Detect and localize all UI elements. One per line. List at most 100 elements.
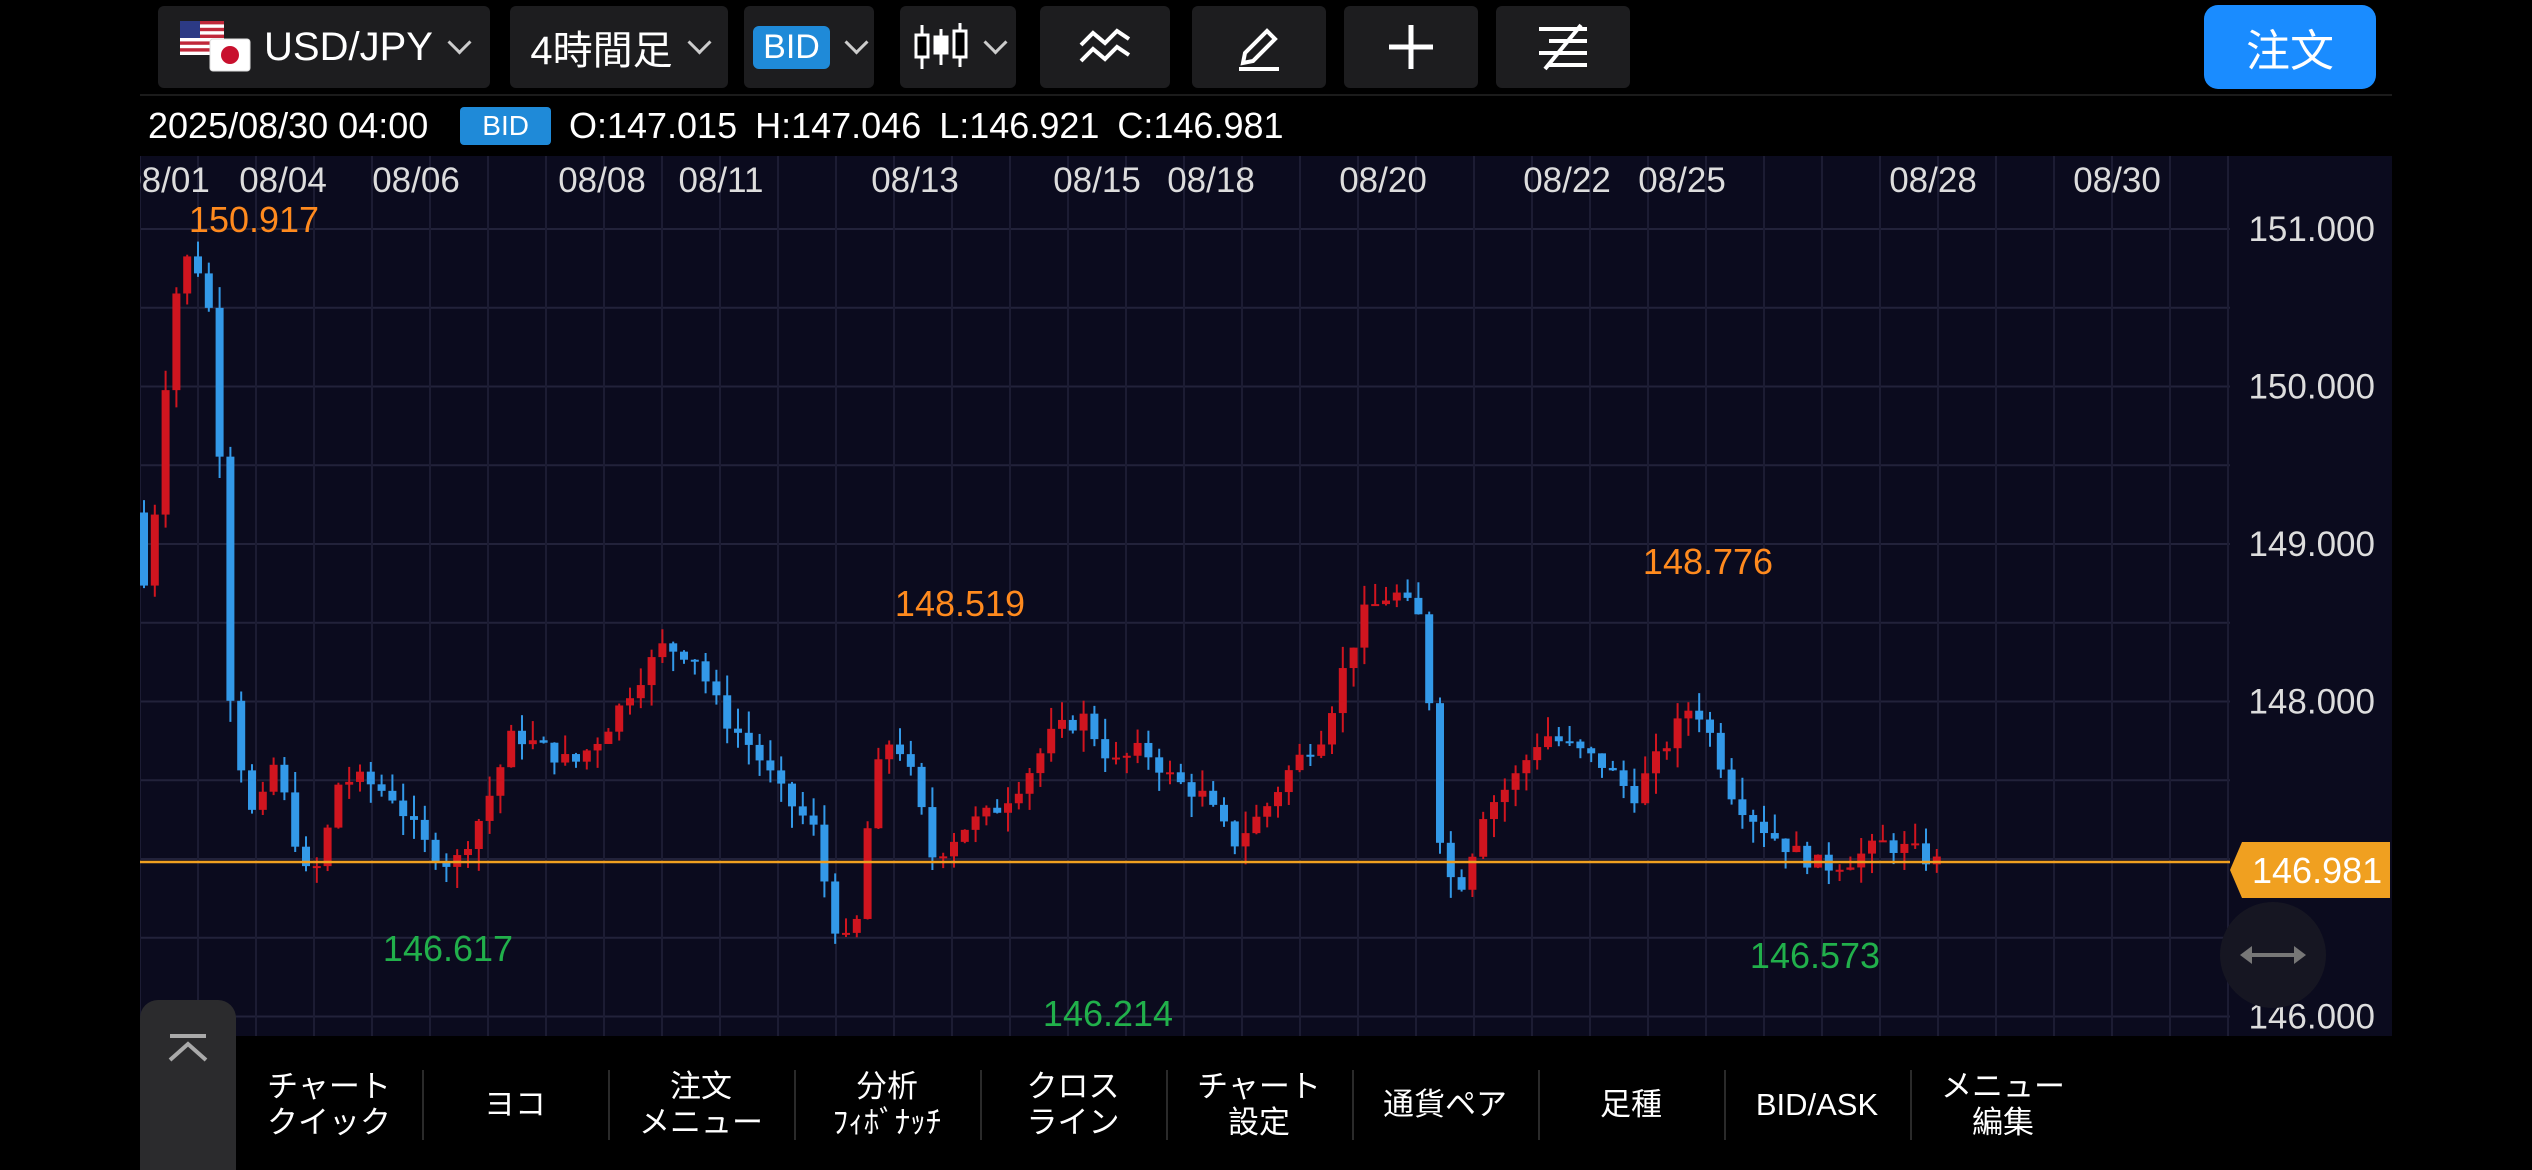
candle-body	[809, 815, 818, 825]
toolbar-item-label: 注文 メニュー	[639, 1069, 763, 1141]
toolbar-label-line1: チャート	[1197, 1069, 1321, 1104]
candle-body	[1695, 710, 1704, 720]
candle-body	[788, 783, 796, 807]
candle-body	[680, 651, 688, 660]
toolbar-item-cross-line[interactable]: クロス ライン	[980, 1040, 1166, 1170]
candle-body	[291, 792, 300, 847]
chevron-up-icon	[168, 1034, 208, 1062]
x-tick-label: 08/20	[1339, 161, 1427, 200]
candle-body	[1025, 773, 1034, 794]
candle-body	[669, 643, 678, 652]
toolbar-item-label: メニュー 編集	[1941, 1069, 2065, 1141]
candlestick-chart[interactable]: 08/01 08/04 08/06 08/08 08/11 08/13 08/15 08/18…	[122, 156, 2392, 1037]
price-chart[interactable]: 08/01 08/04 08/06 08/08 08/11 08/13 08/15 08/18…	[122, 156, 2392, 1037]
x-tick-label: 08/28	[1889, 161, 1977, 200]
symbol-selector[interactable]: USD/JPY	[158, 6, 490, 88]
candle-body	[334, 784, 343, 828]
toolbar-label-line1: メニュー	[1941, 1069, 2065, 1104]
toolbar-item-bid-ask[interactable]: BID/ASK	[1724, 1040, 1910, 1170]
candle-body	[1328, 713, 1336, 745]
candle-body	[215, 307, 224, 457]
toolbar-item-label: 足種	[1600, 1087, 1662, 1123]
candle-body	[1619, 770, 1628, 786]
candle-body	[1878, 840, 1887, 843]
chart-type-button[interactable]	[900, 6, 1016, 88]
candle-body	[831, 881, 840, 934]
horizontal-scroll-handle[interactable]	[2220, 902, 2326, 1008]
candle-body	[356, 771, 364, 782]
candle-body	[464, 848, 472, 856]
candle-body	[1414, 597, 1423, 615]
toolbar-item-label: チャート クイック	[267, 1069, 391, 1141]
candle-body	[1598, 753, 1606, 768]
candle-body	[1727, 769, 1736, 800]
price-type-label: BID	[753, 25, 830, 69]
candle-body	[539, 740, 548, 743]
candle-body	[1198, 790, 1207, 797]
candle-body	[1338, 668, 1347, 714]
toolbar-item-label: 分析 ﾌｨﾎﾞﾅｯﾁ	[833, 1069, 942, 1141]
candle-body	[1630, 785, 1639, 804]
candle-body	[1835, 869, 1844, 872]
candle-body	[474, 820, 483, 849]
candle-body	[1349, 647, 1358, 669]
toolbar-item-candle-type[interactable]: 足種	[1538, 1040, 1724, 1170]
order-button[interactable]: 注文	[2204, 5, 2376, 89]
candle-body	[1295, 754, 1304, 771]
toolbar-separator	[794, 1070, 796, 1140]
candle-body	[1220, 804, 1228, 822]
x-tick-label: 08/18	[1167, 161, 1255, 200]
candle-body	[1014, 793, 1023, 804]
candle-body	[712, 681, 721, 696]
toolbar-item-analysis-fibonacci[interactable]: 分析 ﾌｨﾎﾞﾅｯﾁ	[794, 1040, 980, 1170]
line-settings-button[interactable]	[1496, 6, 1630, 88]
crosshair-button[interactable]	[1344, 6, 1478, 88]
timeframe-label: 4時間足	[530, 29, 673, 73]
x-tick-label: 08/22	[1523, 161, 1611, 200]
toolbar-item-order-menu[interactable]: 注文 メニュー	[608, 1040, 794, 1170]
low-annotation: 146.573	[1750, 935, 1880, 976]
candle-body	[906, 754, 915, 767]
toolbar-label-line1: 注文	[670, 1069, 732, 1104]
toolbar-label-line2: 設定	[1227, 1105, 1290, 1140]
timeframe-selector[interactable]: 4時間足	[510, 6, 728, 88]
open-value: O:147.015	[568, 105, 738, 146]
candle-body	[1857, 853, 1866, 868]
candle-body	[1436, 703, 1444, 843]
candle-body	[1187, 782, 1196, 797]
candle-body	[842, 932, 850, 935]
candle-body	[377, 784, 386, 791]
candle-body	[1176, 772, 1185, 783]
toolbar-item-menu-edit[interactable]: メニュー 編集	[1910, 1040, 2096, 1170]
candle-body	[1608, 767, 1617, 771]
top-toolbar: USD/JPY 4時間足 BID 注文	[140, 0, 2392, 96]
toolbar-item-currency-pair[interactable]: 通貨ペア	[1352, 1040, 1538, 1170]
candle-body	[1036, 753, 1045, 774]
toolbar-item-landscape[interactable]: ヨコ	[422, 1040, 608, 1170]
candle-body	[1533, 747, 1542, 761]
draw-tool-button[interactable]	[1192, 6, 1326, 88]
candle-body	[928, 807, 937, 858]
candle-body	[1490, 802, 1498, 820]
candle-body	[1371, 604, 1380, 607]
toolbar-label-line1: ヨコ	[484, 1087, 546, 1122]
candle-body	[1209, 790, 1218, 805]
indicator-button[interactable]	[1040, 6, 1170, 88]
candle-body	[896, 744, 904, 755]
candle-body	[1770, 833, 1779, 839]
candle-body	[1565, 741, 1574, 744]
symbol-label: USD/JPY	[264, 24, 433, 69]
candle-body	[1479, 819, 1488, 857]
candle-body	[885, 744, 894, 760]
candle-body	[1274, 792, 1282, 807]
x-tick-label: 08/04	[239, 161, 327, 200]
price-type-selector[interactable]: BID	[744, 6, 874, 88]
crosshair-icon	[1389, 25, 1433, 69]
toolbar-separator	[422, 1070, 424, 1140]
draw-pen-icon	[1239, 28, 1279, 71]
collapse-toolbar-button[interactable]	[140, 1000, 236, 1170]
toolbar-item-chart-quick[interactable]: チャート クイック	[236, 1040, 422, 1170]
candle-body	[701, 661, 710, 682]
toolbar-item-label: ヨコ	[484, 1087, 546, 1123]
toolbar-item-chart-settings[interactable]: チャート 設定	[1166, 1040, 1352, 1170]
